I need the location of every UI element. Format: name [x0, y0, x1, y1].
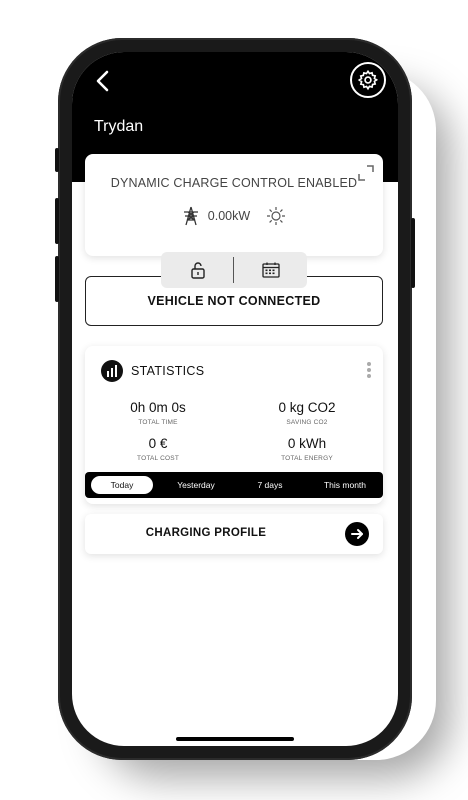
- total-time-stat: 0h 0m 0s TOTAL TIME: [98, 400, 218, 426]
- charging-profile-button[interactable]: CHARGING PROFILE: [85, 514, 383, 554]
- saving-co2-stat: 0 kg CO2 SAVING CO2: [247, 400, 367, 426]
- total-energy-value: 0 kWh: [287, 436, 327, 451]
- dynamic-charge-status: DYNAMIC CHARGE CONTROL ENABLED: [110, 176, 358, 190]
- back-button[interactable]: [88, 66, 118, 96]
- statistics-title: STATISTICS: [131, 364, 205, 378]
- power-value: 0.00kW: [207, 209, 251, 223]
- calendar-icon: [261, 262, 280, 278]
- app-screen: Trydan DYNAMIC CHARGE CONTROL ENABLED 0.…: [72, 52, 398, 746]
- power-button: [411, 218, 415, 288]
- period-7-days[interactable]: 7 days: [241, 476, 299, 494]
- total-energy-stat: 0 kWh TOTAL ENERGY: [247, 436, 367, 462]
- total-cost-label: TOTAL COST: [137, 455, 179, 462]
- settings-button[interactable]: [350, 62, 386, 98]
- period-yesterday[interactable]: Yesterday: [165, 476, 227, 494]
- dynamic-charge-card[interactable]: DYNAMIC CHARGE CONTROL ENABLED 0.00kW: [85, 154, 383, 256]
- gear-icon: [357, 69, 379, 91]
- total-cost-value: 0 €: [148, 436, 168, 451]
- sun-icon: [267, 207, 286, 225]
- charging-profile-label: CHARGING PROFILE: [145, 527, 267, 539]
- total-energy-label: TOTAL ENERGY: [281, 455, 333, 462]
- volume-up-button: [55, 198, 59, 244]
- unlock-tab[interactable]: [161, 252, 234, 288]
- period-today[interactable]: Today: [91, 476, 153, 494]
- total-time-value: 0h 0m 0s: [130, 400, 186, 415]
- home-indicator[interactable]: [176, 737, 294, 741]
- bar-chart-icon: [101, 360, 123, 382]
- power-tower-icon: [183, 206, 198, 226]
- period-this-month[interactable]: This month: [313, 476, 377, 494]
- total-time-label: TOTAL TIME: [138, 419, 178, 426]
- arrow-right-icon[interactable]: [345, 522, 369, 546]
- saving-co2-label: SAVING CO2: [286, 419, 328, 426]
- unlock-icon: [190, 262, 205, 279]
- page-title: Trydan: [94, 118, 144, 135]
- action-tabs: [161, 252, 307, 288]
- total-cost-stat: 0 € TOTAL COST: [98, 436, 218, 462]
- saving-co2-value: 0 kg CO2: [278, 400, 336, 415]
- period-selector: Today Yesterday 7 days This month: [85, 472, 383, 498]
- power-readout: 0.00kW: [85, 206, 383, 226]
- schedule-tab[interactable]: [234, 252, 307, 288]
- mute-switch: [55, 148, 59, 172]
- more-options-icon[interactable]: [365, 360, 373, 382]
- tab-divider: [233, 257, 234, 283]
- chevron-left-icon: [96, 70, 109, 92]
- volume-down-button: [55, 256, 59, 302]
